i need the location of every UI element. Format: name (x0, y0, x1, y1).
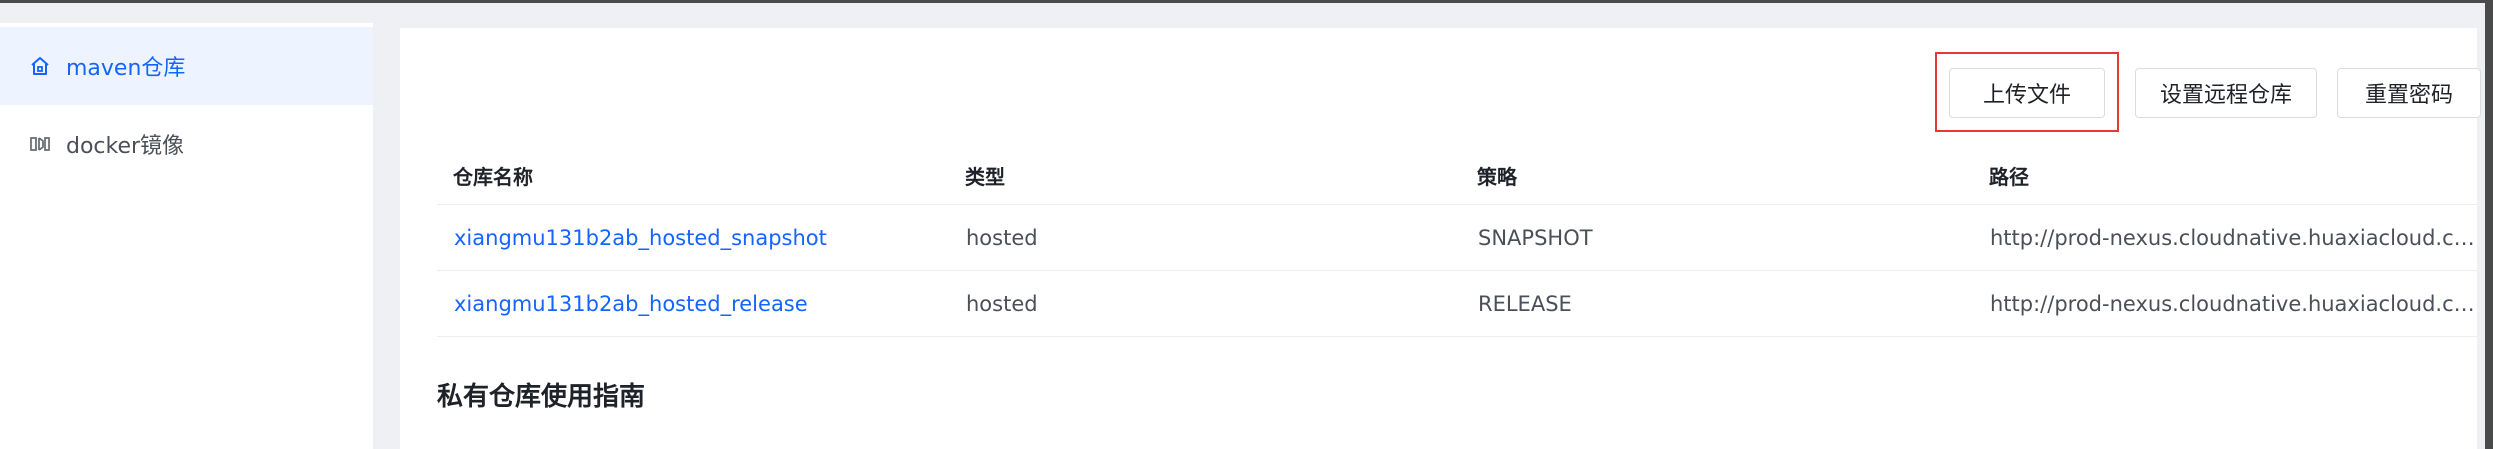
repo-table: 仓库名称 类型 策略 路径 xiangmu131b2ab_hosted_snap… (437, 146, 2477, 337)
column-header-path: 路径 (1973, 146, 2477, 205)
sidebar-item-maven[interactable]: maven仓库 (0, 27, 373, 105)
sidebar-item-docker[interactable]: docker镜像 (0, 105, 373, 183)
sidebar-item-label: docker镜像 (66, 134, 185, 159)
main-panel: 上传文件 设置远程仓库 重置密码 仓库名称 类型 策略 路径 xiangmu13… (400, 28, 2481, 449)
table-header-row: 仓库名称 类型 策略 路径 (437, 146, 2477, 205)
column-header-type: 类型 (949, 146, 1461, 205)
repo-policy: RELEASE (1461, 270, 1973, 337)
table-row: xiangmu131b2ab_hosted_snapshot hosted SN… (437, 204, 2477, 271)
reset-password-button[interactable]: 重置密码 (2337, 68, 2481, 118)
home-icon (28, 54, 52, 78)
guide-section-title: 私有仓库使用指南 (437, 382, 646, 412)
upload-file-button[interactable]: 上传文件 (1949, 68, 2105, 118)
column-header-name: 仓库名称 (437, 146, 949, 205)
sidebar-item-label: maven仓库 (66, 56, 186, 81)
repo-type: hosted (949, 270, 1461, 337)
repo-path: http://prod-nexus.cloudnative.huaxiaclou… (1973, 204, 2477, 271)
repo-name-link[interactable]: xiangmu131b2ab_hosted_snapshot (437, 204, 949, 271)
window-edge (2485, 3, 2493, 449)
sidebar: maven仓库 docker镜像 (0, 23, 373, 449)
column-header-policy: 策略 (1461, 146, 1973, 205)
app-frame: maven仓库 docker镜像 上传文件 设置远程仓库 重置密码 仓库名称 类… (0, 0, 2493, 449)
repo-path: http://prod-nexus.cloudnative.huaxiaclou… (1973, 270, 2477, 337)
table-row: xiangmu131b2ab_hosted_release hosted REL… (437, 270, 2477, 337)
set-remote-repo-button[interactable]: 设置远程仓库 (2135, 68, 2317, 118)
docker-icon (28, 132, 52, 156)
repo-type: hosted (949, 204, 1461, 271)
repo-name-link[interactable]: xiangmu131b2ab_hosted_release (437, 270, 949, 337)
repo-policy: SNAPSHOT (1461, 204, 1973, 271)
